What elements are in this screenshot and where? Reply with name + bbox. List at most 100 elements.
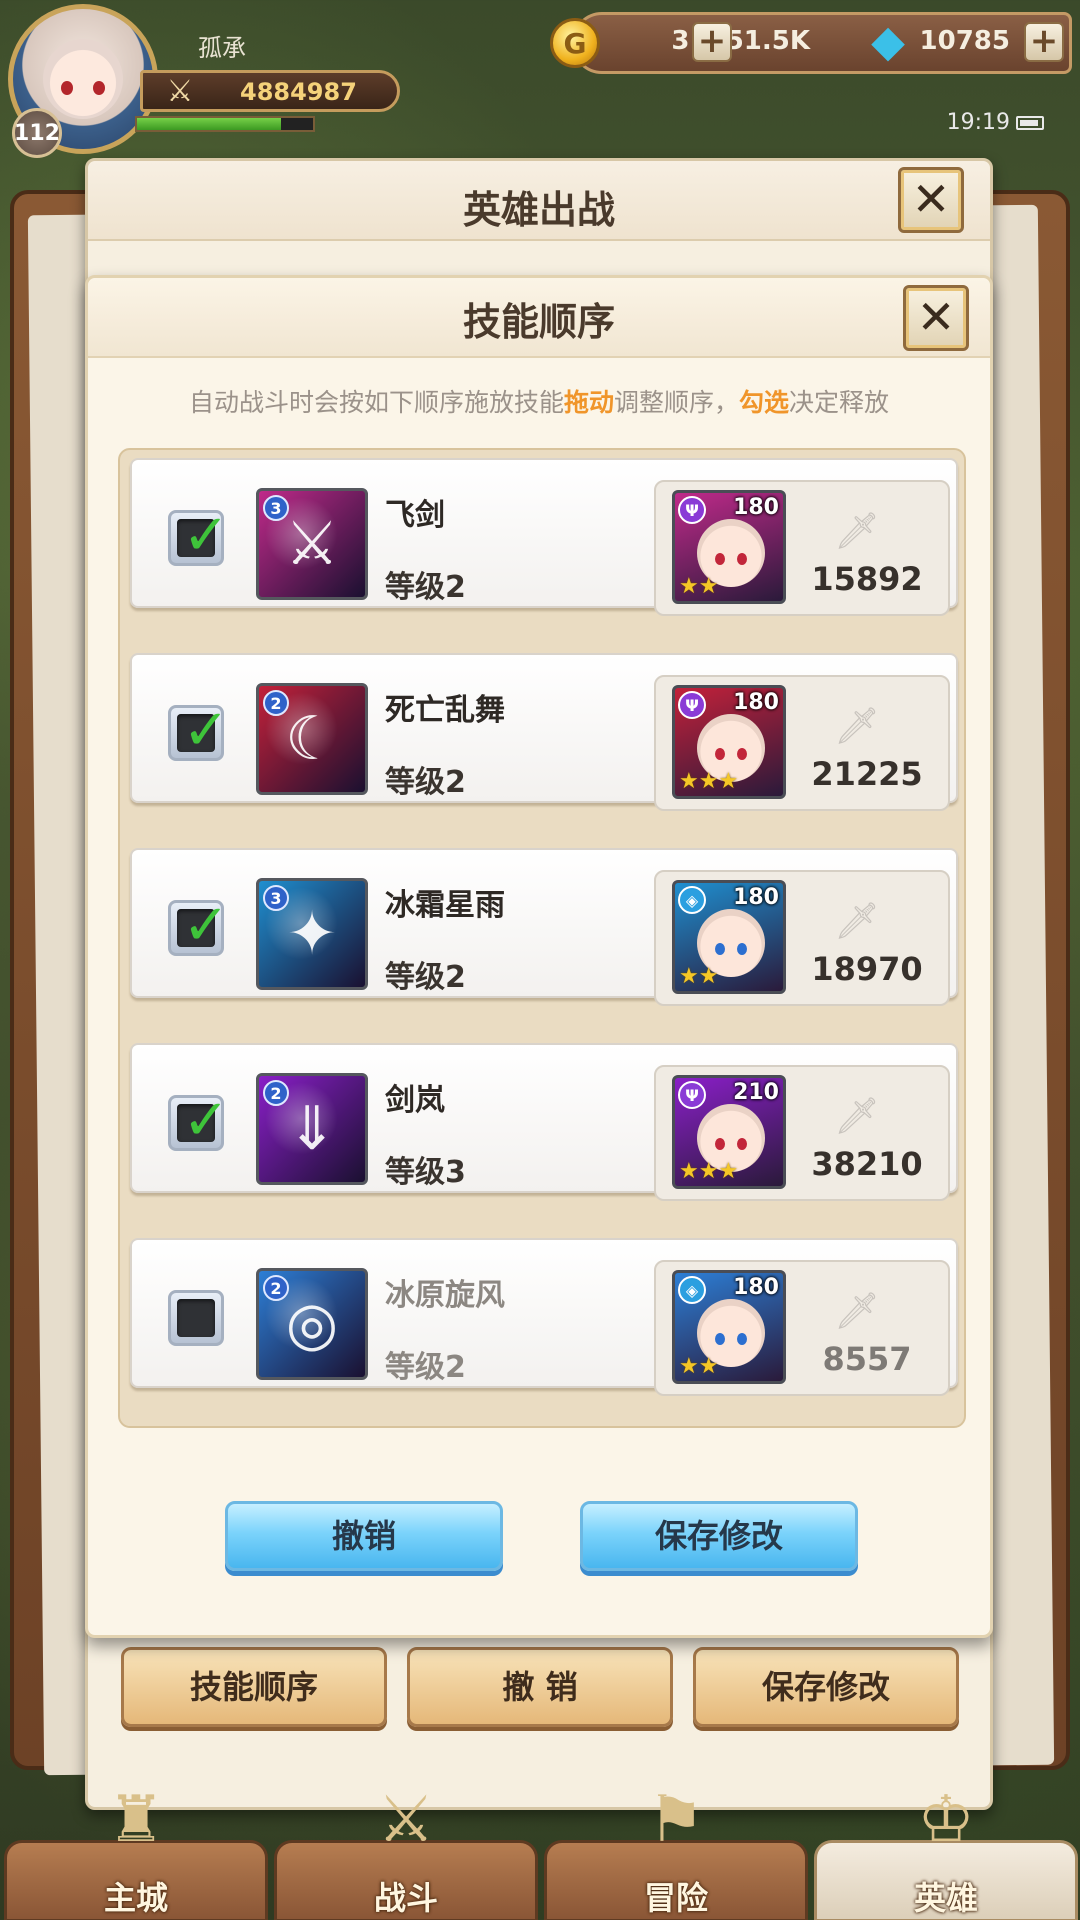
- hero-card: ◈ 180 ★★ 🗡 18970: [654, 870, 950, 1006]
- sword-icon: ⚔ 3: [256, 488, 368, 600]
- slash-icon: ☾ 2: [256, 683, 368, 795]
- skill-rank-badge: 2: [263, 1275, 289, 1301]
- save-changes-button[interactable]: 保存修改: [580, 1501, 858, 1571]
- skill-order-button[interactable]: 技能顺序: [121, 1647, 387, 1727]
- close-button[interactable]: ✕: [903, 285, 969, 351]
- skill-row[interactable]: ✓ ☾ 2 死亡乱舞 等级2 Ψ 180 ★★★ 🗡 21225: [130, 653, 958, 811]
- nav-tab[interactable]: ♔ 英雄: [814, 1783, 1078, 1920]
- hero-eye: [737, 1138, 747, 1150]
- skill-level: 等级2: [385, 1350, 466, 1385]
- skill-checkbox[interactable]: ✓: [168, 893, 229, 958]
- skill-name: 冰原旋风: [385, 1278, 505, 1313]
- skill-order-dialog: 技能顺序 ✕ 自动战斗时会按如下顺序施放技能拖动调整顺序，勾选决定释放 ✓ ⚔ …: [85, 275, 993, 1638]
- castle-icon: ♜: [107, 1783, 165, 1857]
- skill-row[interactable]: ✓ ✦ 3 冰霜星雨 等级2 ◈ 180 ★★ 🗡 18970: [130, 848, 958, 1006]
- gold-coin-icon: G: [550, 18, 600, 68]
- nav-label: 主城: [103, 1879, 168, 1917]
- hint-text: 调整顺序，: [613, 388, 739, 417]
- blade-icon: ⇓ 2: [256, 1073, 368, 1185]
- checkmark-icon: ✓: [182, 503, 230, 568]
- hero-eye: [715, 553, 725, 565]
- dialog-header: 英雄出战: [88, 161, 990, 241]
- nav-tab[interactable]: ⚔ 战斗: [274, 1783, 538, 1920]
- skill-name: 冰霜星雨: [385, 888, 505, 923]
- skill-name: 死亡乱舞: [385, 693, 505, 728]
- whirlwind-icon: ◎ 2: [256, 1268, 368, 1380]
- hero-portrait[interactable]: Ψ 180 ★★★: [672, 685, 786, 799]
- nav-tab[interactable]: ♜ 主城: [4, 1783, 268, 1920]
- add-gem-button[interactable]: +: [1024, 22, 1064, 62]
- cancel-button[interactable]: 撤销: [225, 1501, 503, 1571]
- checkmark-icon: ✓: [182, 698, 230, 763]
- hero-eye: [715, 1138, 725, 1150]
- hero-portrait[interactable]: ◈ 180 ★★: [672, 880, 786, 994]
- avatar-face: [43, 39, 123, 119]
- add-gold-button[interactable]: +: [692, 22, 732, 62]
- sword-power-icon: 🗡: [834, 706, 880, 747]
- skill-checkbox[interactable]: ✓: [168, 503, 229, 568]
- checkbox-box: [177, 1299, 215, 1337]
- skill-rank-badge: 3: [263, 495, 289, 521]
- skill-checkbox[interactable]: ✓: [168, 1088, 229, 1153]
- nav-tab[interactable]: ⚑ 冒险: [544, 1783, 808, 1920]
- skill-checkbox[interactable]: [168, 1290, 224, 1346]
- skill-list: ✓ ⚔ 3 飞剑 等级2 Ψ 180 ★★ 🗡 15892 ✓ ☾ 2 死亡乱舞…: [118, 448, 966, 1428]
- hint-highlight-check: 勾选: [739, 388, 790, 417]
- player-name: 孤承: [198, 34, 246, 62]
- skill-level: 等级3: [385, 1155, 466, 1190]
- hero-eye: [737, 943, 747, 955]
- star-rating: ★★: [679, 1354, 719, 1379]
- hero-power: 15892: [811, 560, 923, 598]
- save-button[interactable]: 保存修改: [693, 1647, 959, 1727]
- xp-bar: [135, 116, 315, 132]
- skill-name: 剑岚: [385, 1083, 445, 1118]
- checkmark-icon: ✓: [182, 1088, 230, 1153]
- hero-eye: [715, 943, 725, 955]
- nav-label: 冒险: [643, 1879, 708, 1917]
- psi-class-icon: Ψ: [678, 496, 706, 524]
- sword-power-icon: 🗡: [834, 1291, 880, 1332]
- star-rating: ★★: [679, 964, 719, 989]
- skill-rank-badge: 3: [263, 885, 289, 911]
- hero-eye: [737, 1333, 747, 1345]
- map-icon: ⚑: [647, 1783, 705, 1857]
- sword-power-icon: 🗡: [834, 1096, 880, 1137]
- hero-portrait[interactable]: Ψ 180 ★★: [672, 490, 786, 604]
- skill-row[interactable]: ◎ 2 冰原旋风 等级2 ◈ 180 ★★ 🗡 8557: [130, 1238, 958, 1396]
- hero-power: 18970: [811, 950, 923, 988]
- shield-class-icon: ◈: [678, 1276, 706, 1304]
- player-level-badge: 112: [12, 108, 62, 158]
- hero-eye: [737, 553, 747, 565]
- skill-level: 等级2: [385, 570, 466, 605]
- hero-eye: [737, 748, 747, 760]
- instruction-text: 自动战斗时会按如下顺序施放技能拖动调整顺序，勾选决定释放: [88, 383, 990, 419]
- battery-icon: [1016, 116, 1044, 130]
- skill-row[interactable]: ✓ ⚔ 3 飞剑 等级2 Ψ 180 ★★ 🗡 15892: [130, 458, 958, 616]
- gem-amount: 10785: [919, 26, 1010, 56]
- hero-power: 38210: [811, 1145, 923, 1183]
- hero-card: ◈ 180 ★★ 🗡 8557: [654, 1260, 950, 1396]
- hero-level: 180: [733, 1275, 779, 1300]
- close-button[interactable]: ✕: [898, 167, 964, 233]
- hero-portrait[interactable]: ◈ 180 ★★: [672, 1270, 786, 1384]
- skill-rank-badge: 2: [263, 690, 289, 716]
- hero-level: 180: [733, 885, 779, 910]
- shield-class-icon: ◈: [678, 886, 706, 914]
- hint-highlight-drag: 拖动: [563, 388, 614, 417]
- star-rating: ★★★: [679, 769, 739, 794]
- hero-icon: ♔: [917, 1783, 975, 1857]
- skill-row[interactable]: ✓ ⇓ 2 剑岚 等级3 Ψ 210 ★★★ 🗡 38210: [130, 1043, 958, 1201]
- hero-power: 8557: [822, 1340, 912, 1378]
- hero-level: 210: [733, 1080, 779, 1105]
- hero-portrait[interactable]: Ψ 210 ★★★: [672, 1075, 786, 1189]
- skill-checkbox[interactable]: ✓: [168, 698, 229, 763]
- hero-level: 180: [733, 690, 779, 715]
- avatar-eye: [61, 81, 73, 95]
- sword-power-icon: 🗡: [834, 901, 880, 942]
- hero-card: Ψ 210 ★★★ 🗡 38210: [654, 1065, 950, 1201]
- checkmark-icon: ✓: [182, 893, 230, 958]
- undo-button[interactable]: 撤 销: [407, 1647, 673, 1727]
- hero-eye: [715, 748, 725, 760]
- crossed-swords-icon: ⚔: [166, 74, 194, 109]
- star-icon: ✦ 3: [256, 878, 368, 990]
